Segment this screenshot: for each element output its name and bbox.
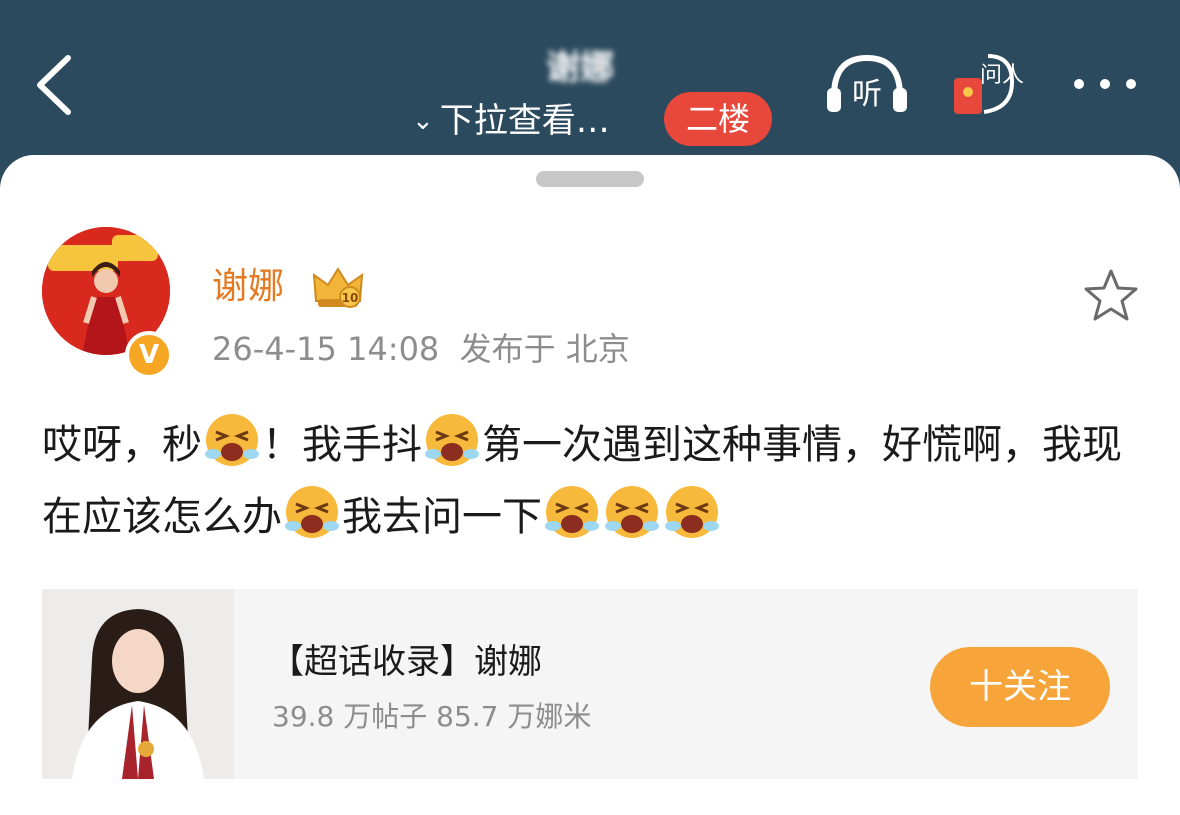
crown-badge-icon: 10: [310, 265, 366, 311]
chevron-down-icon: ⌄: [412, 106, 434, 136]
listen-button[interactable]: 听: [824, 52, 910, 114]
post-text-segment: 我去问一下: [342, 494, 542, 540]
red-envelope-icon: 问人: [954, 54, 1024, 114]
listen-label: 听: [852, 77, 882, 112]
topic-title: 【超话收录】谢娜: [270, 642, 542, 682]
ask-button[interactable]: 问人: [950, 48, 1026, 120]
post-text: 哎呀，秒 ！我手抖 第一次遇到这种事情，好慌啊，我现在应该怎么办 我去问一下: [42, 409, 1142, 553]
post-text-segment: ！我手抖: [262, 422, 422, 468]
page-title: 谢娜: [546, 48, 614, 88]
post-text-segment: 哎呀，秒: [42, 422, 202, 468]
ask-label: 问人: [980, 63, 1024, 88]
pull-down-hint[interactable]: ⌄ 下拉查看…: [412, 96, 610, 146]
pull-down-label: 下拉查看…: [439, 101, 610, 141]
super-topic-card[interactable]: 【超话收录】谢娜 39.8 万帖子 85.7 万娜米 十关注: [42, 589, 1138, 779]
crying-face-emoji-icon: [285, 486, 339, 538]
topic-stats: 39.8 万帖子 85.7 万娜米: [272, 695, 591, 739]
topic-fan-count: 85.7 万娜米: [436, 700, 592, 733]
follow-button[interactable]: 十关注: [930, 647, 1110, 727]
post-meta: 26-4-15 14:08 发布于 北京: [212, 327, 630, 371]
crying-face-emoji-icon: [425, 414, 479, 466]
crying-face-emoji-icon: [205, 414, 259, 466]
more-icon[interactable]: [1070, 70, 1140, 98]
svg-text:10: 10: [342, 291, 359, 305]
second-floor-button[interactable]: 二楼: [664, 92, 772, 146]
post-location: 发布于 北京: [459, 330, 630, 368]
top-bar: 谢娜 ⌄ 下拉查看… 二楼 听 问人: [0, 0, 1180, 160]
post-card: V 谢娜 10 26-4-15 14:08 发布于 北京 哎呀，秒 ！我手抖 第一次…: [0, 155, 1180, 815]
crying-face-emoji-icon: [665, 486, 719, 538]
crying-face-emoji-icon: [545, 486, 599, 538]
topic-cover-image: [42, 589, 234, 779]
favorite-star-icon[interactable]: [1080, 265, 1142, 325]
username[interactable]: 谢娜: [212, 261, 284, 313]
topic-post-count: 39.8 万帖子: [272, 700, 428, 733]
headphones-icon: 听: [827, 54, 907, 112]
crying-face-emoji-icon: [605, 486, 659, 538]
back-icon[interactable]: [30, 50, 80, 120]
post-timestamp: 26-4-15 14:08: [212, 330, 440, 368]
drag-handle[interactable]: [536, 171, 644, 187]
verified-badge: V: [125, 331, 173, 379]
